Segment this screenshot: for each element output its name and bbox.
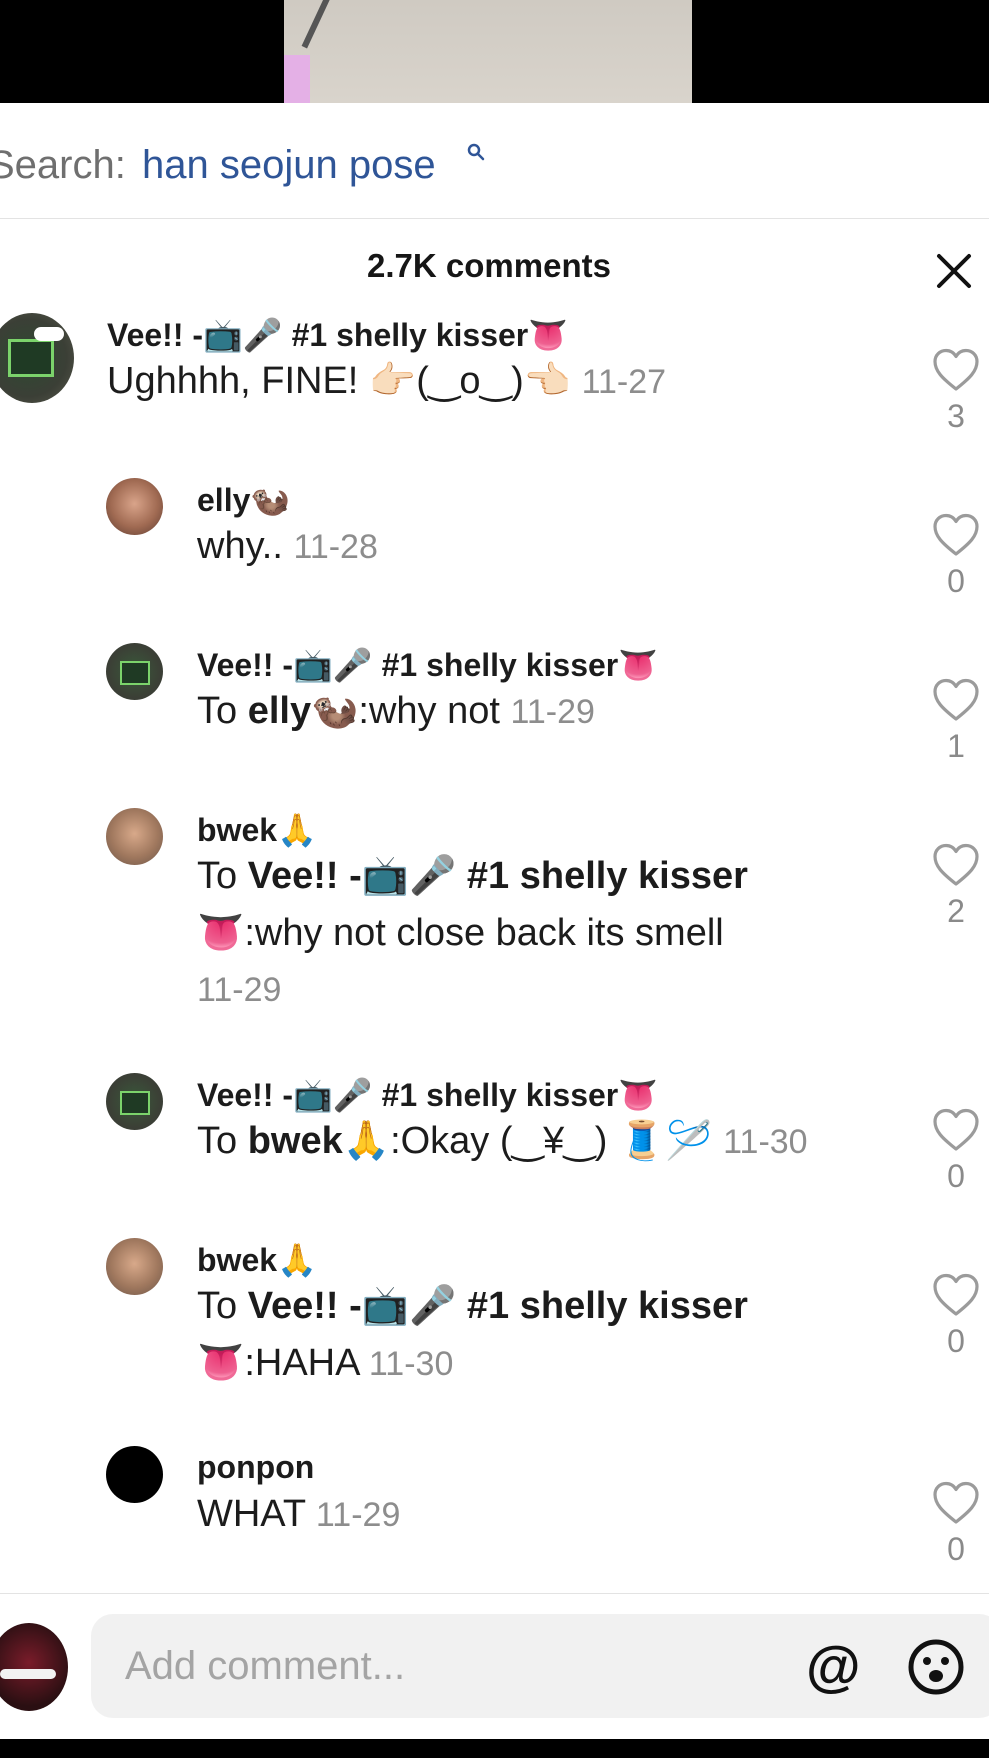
like-count: 0	[947, 1323, 965, 1359]
comment-date: 11-29	[197, 971, 282, 1009]
reply-prefix: To	[197, 1285, 238, 1327]
comment-username[interactable]: Vee!! -📺🎤 #1 shelly kisser👅	[197, 646, 658, 684]
comment-text: To bwek🙏:Okay (‿¥‿) 🧵🪡 11-30	[197, 1113, 808, 1171]
heart-icon	[933, 1273, 979, 1316]
heart-icon	[933, 513, 979, 556]
heart-icon	[933, 348, 979, 391]
comment-body: :Okay (‿¥‿) 🧵🪡	[390, 1120, 713, 1162]
comment-username[interactable]: Vee!! -📺🎤 #1 shelly kisser👅	[107, 316, 568, 354]
comment-username[interactable]: bwek🙏	[197, 811, 317, 849]
avatar[interactable]	[106, 1238, 163, 1295]
like-count: 3	[947, 398, 965, 434]
comment-body: WHAT	[197, 1493, 306, 1535]
reply-item: bwek🙏 To Vee!! -📺🎤 #1 shelly kisser 👅:HA…	[0, 1223, 989, 1403]
comment-input[interactable]	[125, 1642, 685, 1690]
video-preview[interactable]	[0, 0, 989, 103]
like-button[interactable]: 1	[930, 678, 982, 765]
comment-date: 11-29	[510, 693, 595, 731]
search-suggestion[interactable]: Search: han seojun pose	[0, 103, 989, 219]
comment-text: Ughhhh, FINE! 👉🏻(‿o‿)👈🏻 11-27	[107, 353, 666, 411]
heart-icon	[933, 1108, 979, 1151]
avatar[interactable]	[106, 1073, 163, 1130]
close-icon[interactable]	[934, 251, 974, 291]
heart-icon	[933, 1481, 979, 1524]
comment-text: why.. 11-28	[197, 518, 378, 576]
reply-item: ponpon WHAT 11-29 0	[0, 1431, 989, 1567]
avatar-detail	[120, 661, 150, 685]
avatar[interactable]	[106, 808, 163, 865]
avatar-detail	[120, 1091, 150, 1115]
comment-date: 11-30	[723, 1123, 808, 1161]
avatar-detail	[34, 327, 64, 341]
comment-composer: @	[0, 1593, 989, 1740]
like-count: 2	[947, 893, 965, 929]
emoji-icon[interactable]	[907, 1638, 965, 1696]
avatar-detail	[0, 1669, 56, 1679]
reply-item: elly🦦 why.. 11-28 0	[0, 463, 989, 599]
comments-list[interactable]: Vee!! -📺🎤 #1 shelly kisser👅 Ughhhh, FINE…	[0, 298, 989, 1593]
bottom-bar	[0, 1739, 989, 1758]
like-count: 0	[947, 1531, 965, 1567]
like-button[interactable]: 3	[930, 348, 982, 435]
reply-item: bwek🙏 To Vee!! -📺🎤 #1 shelly kisser 👅:wh…	[0, 793, 989, 1023]
comment-username[interactable]: elly🦦	[197, 481, 290, 519]
reply-prefix: To	[197, 1120, 238, 1162]
like-count: 0	[947, 563, 965, 599]
like-button[interactable]: 2	[930, 843, 982, 930]
thumbnail-detail	[301, 0, 333, 49]
thumbnail-detail	[284, 55, 310, 103]
comment-line: To Vee!! -📺🎤 #1 shelly kisser	[197, 1278, 847, 1335]
avatar[interactable]	[106, 1446, 163, 1503]
comment-date: 11-27	[581, 363, 667, 401]
like-count: 0	[947, 1158, 965, 1194]
search-icon	[467, 143, 485, 161]
comment-item: Vee!! -📺🎤 #1 shelly kisser👅 Ughhhh, FINE…	[0, 298, 989, 434]
comment-count: 2.7K comments	[367, 247, 611, 284]
comment-username[interactable]: bwek🙏	[197, 1241, 317, 1279]
reply-mention[interactable]: elly🦦	[248, 690, 359, 732]
reply-mention[interactable]: Vee!! -📺🎤 #1 shelly kisser	[248, 855, 748, 897]
like-button[interactable]: 0	[930, 513, 982, 600]
reply-mention[interactable]: bwek🙏	[248, 1120, 390, 1162]
avatar[interactable]	[106, 478, 163, 535]
like-button[interactable]: 0	[930, 1108, 982, 1195]
comment-text: To Vee!! -📺🎤 #1 shelly kisser 👅:HAHA 11-…	[197, 1278, 847, 1393]
comment-body: why..	[197, 525, 283, 567]
search-term[interactable]: han seojun pose	[142, 143, 436, 188]
like-button[interactable]: 0	[930, 1273, 982, 1360]
comment-body: :why not	[358, 690, 500, 732]
reply-item: Vee!! -📺🎤 #1 shelly kisser👅 To bwek🙏:Oka…	[0, 1058, 989, 1194]
avatar[interactable]	[0, 313, 74, 403]
comments-sheet: Search: han seojun pose 2.7K comments Ve…	[0, 103, 989, 1740]
mention-button[interactable]: @	[806, 1638, 861, 1694]
like-button[interactable]: 0	[930, 1481, 982, 1568]
like-count: 1	[947, 728, 965, 764]
comment-text: To elly🦦:why not 11-29	[197, 683, 595, 741]
reply-mention[interactable]: Vee!! -📺🎤 #1 shelly kisser	[248, 1285, 748, 1327]
heart-icon	[933, 678, 979, 721]
comment-text: WHAT 11-29	[197, 1486, 400, 1544]
avatar-detail	[8, 339, 54, 377]
comments-header: 2.7K comments	[0, 218, 989, 298]
comment-body: 👅:why not close back its smell	[197, 912, 724, 954]
reply-item: Vee!! -📺🎤 #1 shelly kisser👅 To elly🦦:why…	[0, 628, 989, 764]
comment-body: 👅:HAHA	[197, 1342, 359, 1384]
comment-line: 👅:HAHA 11-30	[197, 1335, 847, 1393]
comment-body: Ughhhh, FINE! 👉🏻(‿o‿)👈🏻	[107, 360, 572, 402]
reply-prefix: To	[197, 855, 238, 897]
video-thumbnail[interactable]	[284, 0, 692, 103]
heart-icon	[933, 843, 979, 886]
comment-date: 11-30	[368, 1345, 454, 1383]
comment-date: 11-29	[315, 1496, 401, 1534]
comment-input-container[interactable]: @	[91, 1614, 989, 1718]
comment-date: 11-28	[293, 528, 378, 566]
comment-line: To Vee!! -📺🎤 #1 shelly kisser	[197, 848, 847, 905]
comment-text: To Vee!! -📺🎤 #1 shelly kisser 👅:why not …	[197, 848, 847, 1019]
avatar[interactable]	[106, 643, 163, 700]
search-prefix: Search:	[0, 143, 126, 187]
reply-prefix: To	[197, 690, 238, 732]
user-avatar[interactable]	[0, 1623, 68, 1711]
comment-username[interactable]: Vee!! -📺🎤 #1 shelly kisser👅	[197, 1076, 658, 1114]
comment-username[interactable]: ponpon	[197, 1449, 314, 1486]
